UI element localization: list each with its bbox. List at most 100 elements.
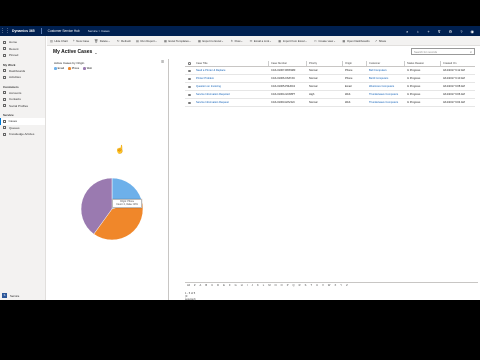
customer-link[interactable]: Thunderwave Computers (369, 91, 404, 99)
customer-link[interactable]: Westmore Computers (369, 83, 404, 91)
column-divider[interactable] (440, 61, 441, 66)
plus-icon[interactable]: + (427, 29, 429, 34)
grid-header-row: Case Title Case Number Priority Origin C… (185, 60, 475, 67)
alphabet-filter-letter[interactable]: # (194, 284, 195, 287)
select-all-checkbox[interactable] (188, 62, 191, 65)
column-header-case-title[interactable]: Case Title (196, 60, 266, 67)
column-divider[interactable] (268, 61, 269, 66)
created-on-cell: 4/12/2017 9:12 AM (443, 69, 465, 72)
refresh-button[interactable]: ↻ Refresh (117, 39, 131, 43)
email-link-button[interactable]: ✉ Email a Link ⌄ (250, 39, 274, 43)
search-icon[interactable]: ⌕ (470, 50, 472, 54)
alphabet-filter-letter[interactable]: I (247, 284, 248, 287)
alphabet-filter-letter[interactable]: P (287, 284, 289, 287)
case-title-link[interactable]: Need a Printer & Replace (196, 67, 266, 75)
help-icon[interactable]: ? (460, 29, 462, 34)
column-header-case-number[interactable]: Case Number (271, 60, 307, 67)
alphabet-filter-letter[interactable]: B (205, 284, 207, 287)
create-view-button[interactable]: ▭ Create view ⌄ (314, 39, 337, 43)
column-header-customer[interactable]: Customer (369, 60, 405, 67)
customer-link[interactable]: Bertil Computers (369, 75, 404, 83)
sitemap-item-knowledge-articles[interactable]: Knowledge Articles (0, 131, 45, 138)
alphabet-filter-letter[interactable]: S (305, 284, 307, 287)
case-title-link[interactable]: Service Information Required (196, 91, 266, 99)
search-icon[interactable]: ⌕ (406, 29, 408, 34)
alphabet-filter-letter[interactable]: A (200, 284, 202, 287)
share-button[interactable]: ↗ Share (375, 39, 387, 43)
alphabet-filter-letter[interactable]: X (334, 284, 336, 287)
app-launcher-icon[interactable]: ⋮⋮ (0, 26, 10, 36)
chevron-down-icon[interactable]: ⌄ (94, 50, 97, 55)
alphabet-filter-letter[interactable]: O (281, 284, 283, 287)
hide-chart-button[interactable]: ▥ Hide Chart (50, 39, 68, 43)
breadcrumb[interactable]: Service > Cases (88, 29, 110, 33)
alphabet-filter-letter[interactable]: All (187, 284, 190, 287)
search-input[interactable]: Search for records ⌕ (411, 48, 475, 55)
alphabet-filter-letter[interactable]: T (310, 284, 312, 287)
chevron-down-icon: ⌄ (107, 38, 111, 43)
row-checkbox[interactable] (188, 101, 191, 105)
new-case-button[interactable]: + New Case (73, 39, 89, 43)
case-title-link[interactable]: Service Information Request (196, 99, 266, 107)
user-icon[interactable]: ◉ (471, 29, 475, 34)
case-title-link[interactable]: Printer Problem (196, 75, 266, 83)
alphabet-filter-letter[interactable]: N (275, 284, 277, 287)
table-row[interactable]: Need a Printer & Replace CAS-01007-R8X9M… (185, 67, 475, 75)
view-selector[interactable]: My Active Cases (53, 49, 92, 55)
alphabet-filter-letter[interactable]: V (322, 284, 324, 287)
article-icon (3, 132, 6, 136)
row-checkbox[interactable] (188, 85, 191, 89)
row-checkbox[interactable] (188, 93, 191, 97)
column-header-priority[interactable]: Priority (309, 60, 341, 67)
import-from-excel-button[interactable]: ▦ Import from Excel ⌄ (278, 39, 309, 43)
column-header-status-reason[interactable]: Status Reason (407, 60, 441, 67)
hub-name[interactable]: Customer Service Hub (48, 29, 80, 33)
row-checkbox[interactable] (188, 77, 191, 81)
case-title-link[interactable]: Question on Invoicing (196, 83, 266, 91)
alphabet-filter-letter[interactable]: Y (340, 284, 342, 287)
alphabet-filter-letter[interactable]: D (217, 284, 219, 287)
alphabet-filter-letter[interactable]: W (328, 284, 330, 287)
column-divider[interactable] (306, 61, 307, 66)
filter-icon[interactable]: ⊽ (438, 29, 441, 34)
open-dashboards-button[interactable]: ▦ Open Dashboards (342, 39, 369, 43)
area-switcher[interactable]: S Service (2, 293, 19, 298)
table-row[interactable]: Service Information Request CAS-01003-H9… (185, 99, 475, 107)
excel-templates-button[interactable]: ▦ Excel Templates ⌄ (164, 39, 193, 43)
customer-link[interactable]: Thunderwave Computers (369, 99, 404, 107)
export-to-excel-button[interactable]: ▦ Export to Excel ⌄ (198, 39, 226, 43)
table-row[interactable]: Service Information Required CAS-01004-G… (185, 91, 475, 99)
alphabet-filter-letter[interactable]: L (263, 284, 264, 287)
customer-link[interactable]: Bell Computers (369, 67, 404, 75)
lightbulb-icon[interactable]: ♁ (416, 29, 419, 34)
table-row[interactable]: Question on Invoicing CAS-01005-P9H6C2 N… (185, 83, 475, 91)
chart-tooltip: Origin: Phone Count: 2, Value: 40% (112, 199, 142, 208)
delete-button[interactable]: 🗑 Delete ⌄ (94, 39, 112, 43)
column-header-created-on[interactable]: Created On (443, 60, 475, 67)
alphabet-filter-letter[interactable]: G (235, 284, 237, 287)
alphabet-filter-letter[interactable]: K (257, 284, 259, 287)
alphabet-filter-letter[interactable]: M (268, 284, 270, 287)
chevron-down-icon: ⌄ (304, 38, 308, 43)
alphabet-filter-letter[interactable]: J (252, 284, 253, 287)
alphabet-filter-letter[interactable]: Q (293, 284, 295, 287)
alphabet-filter-letter[interactable]: F (229, 284, 231, 287)
gear-icon[interactable]: ⚙ (449, 29, 453, 34)
column-divider[interactable] (342, 61, 343, 66)
app-name[interactable]: Dynamics 365 (12, 29, 35, 33)
row-checkbox[interactable] (188, 69, 191, 73)
alphabet-filter-letter[interactable]: E (223, 284, 225, 287)
table-row[interactable]: Printer Problem CAS-01006-K6Z7A9 Normal … (185, 75, 475, 83)
flow-button[interactable]: ↯ Flow ⌄ (230, 39, 244, 43)
trash-icon: 🗑 (94, 38, 99, 43)
alphabet-filter-letter[interactable]: R (299, 284, 301, 287)
alphabet-filter-letter[interactable]: Z (346, 284, 348, 287)
column-divider[interactable] (404, 61, 405, 66)
alphabet-filter-letter[interactable]: H (241, 284, 243, 287)
alphabet-filter-letter[interactable]: C (211, 284, 213, 287)
command-label: Email a Link (253, 38, 270, 43)
column-divider[interactable] (366, 61, 367, 66)
run-report-button[interactable]: ▤ Run Report ⌄ (136, 39, 159, 43)
chevron-down-icon: ⌄ (269, 38, 272, 43)
alphabet-filter-letter[interactable]: U (316, 284, 318, 287)
